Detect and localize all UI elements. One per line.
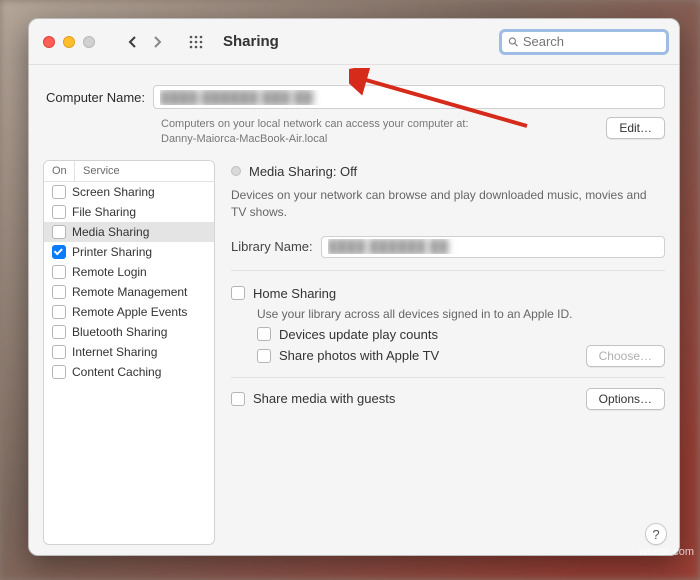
- service-label: Screen Sharing: [72, 185, 208, 199]
- traffic-lights: [43, 36, 95, 48]
- search-input[interactable]: [523, 34, 660, 49]
- status-dot-icon: [231, 166, 241, 176]
- devices-update-label: Devices update play counts: [279, 327, 438, 342]
- sidebar-item[interactable]: Content Caching: [44, 362, 214, 382]
- detail-pane: Media Sharing: Off Devices on your netwo…: [229, 160, 665, 545]
- service-checkbox[interactable]: [52, 325, 66, 339]
- content: Computer Name: Computers on your local n…: [29, 65, 679, 555]
- service-checkbox[interactable]: [52, 185, 66, 199]
- edit-button[interactable]: Edit…: [606, 117, 665, 139]
- home-sharing-row[interactable]: Home Sharing: [231, 283, 665, 304]
- back-button[interactable]: [121, 28, 143, 56]
- home-sharing-hint: Use your library across all devices sign…: [257, 304, 665, 324]
- show-all-icon[interactable]: [187, 33, 205, 51]
- history-nav: [121, 28, 169, 56]
- service-label: Remote Management: [72, 285, 208, 299]
- service-label: Remote Apple Events: [72, 305, 208, 319]
- home-sharing-label: Home Sharing: [253, 286, 336, 301]
- devices-update-row[interactable]: Devices update play counts: [257, 324, 665, 345]
- service-checkbox[interactable]: [52, 245, 66, 259]
- status-row: Media Sharing: Off: [231, 164, 665, 179]
- home-sharing-group: Home Sharing Use your library across all…: [231, 283, 665, 367]
- share-photos-label: Share photos with Apple TV: [279, 348, 439, 363]
- computer-name-hint: Computers on your local network can acce…: [43, 117, 665, 148]
- service-label: Content Caching: [72, 365, 208, 379]
- sidebar-item[interactable]: Remote Management: [44, 282, 214, 302]
- titlebar: Sharing: [29, 19, 679, 65]
- computer-name-row: Computer Name:: [43, 85, 665, 109]
- service-checkbox[interactable]: [52, 225, 66, 239]
- service-checkbox[interactable]: [52, 205, 66, 219]
- hint-line1: Computers on your local network can acce…: [161, 118, 469, 130]
- choose-button[interactable]: Choose…: [586, 345, 665, 367]
- library-name-label: Library Name:: [231, 239, 313, 254]
- prefs-window: Sharing Computer Name: Computers on your…: [28, 18, 680, 556]
- forward-button[interactable]: [147, 28, 169, 56]
- service-label: Internet Sharing: [72, 345, 208, 359]
- devices-update-checkbox[interactable]: [257, 327, 271, 341]
- sidebar-item[interactable]: File Sharing: [44, 202, 214, 222]
- sidebar-item[interactable]: Media Sharing: [44, 222, 214, 242]
- service-header: Service: [74, 161, 214, 181]
- sidebar-item[interactable]: Printer Sharing: [44, 242, 214, 262]
- share-guests-row[interactable]: Share media with guests: [231, 388, 586, 409]
- service-checkbox[interactable]: [52, 365, 66, 379]
- hint-line2: Danny-Maiorca-MacBook-Air.local: [161, 133, 327, 145]
- share-guests-label: Share media with guests: [253, 391, 395, 406]
- service-checkbox[interactable]: [52, 305, 66, 319]
- options-button[interactable]: Options…: [586, 388, 665, 410]
- sidebar-item[interactable]: Remote Apple Events: [44, 302, 214, 322]
- service-label: Printer Sharing: [72, 245, 208, 259]
- share-guests-checkbox[interactable]: [231, 392, 245, 406]
- library-name-input[interactable]: [321, 236, 665, 258]
- home-sharing-checkbox[interactable]: [231, 286, 245, 300]
- service-label: Remote Login: [72, 265, 208, 279]
- service-checkbox[interactable]: [52, 345, 66, 359]
- search-icon: [508, 36, 519, 48]
- service-checkbox[interactable]: [52, 265, 66, 279]
- close-icon[interactable]: [43, 36, 55, 48]
- page-title: Sharing: [223, 33, 279, 50]
- on-header: On: [44, 161, 74, 181]
- zoom-icon[interactable]: [83, 36, 95, 48]
- help-button[interactable]: ?: [645, 523, 667, 545]
- watermark: wsxdn.com: [639, 546, 694, 558]
- sidebar-item[interactable]: Screen Sharing: [44, 182, 214, 202]
- status-description: Devices on your network can browse and p…: [231, 187, 665, 222]
- status-label: Media Sharing: Off: [249, 164, 357, 179]
- divider: [231, 270, 665, 271]
- service-label: Bluetooth Sharing: [72, 325, 208, 339]
- lower-pane: On Service Screen Sharing File Sharing Med…: [43, 160, 665, 545]
- service-checkbox[interactable]: [52, 285, 66, 299]
- search-field[interactable]: [499, 29, 669, 55]
- library-name-row: Library Name:: [231, 236, 665, 258]
- divider: [231, 377, 665, 378]
- share-photos-row[interactable]: Share photos with Apple TV: [257, 345, 586, 366]
- sidebar-item[interactable]: Bluetooth Sharing: [44, 322, 214, 342]
- computer-name-label: Computer Name:: [43, 90, 153, 105]
- minimize-icon[interactable]: [63, 36, 75, 48]
- sidebar-item[interactable]: Internet Sharing: [44, 342, 214, 362]
- service-label: File Sharing: [72, 205, 208, 219]
- computer-name-input[interactable]: [153, 85, 665, 109]
- share-photos-checkbox[interactable]: [257, 349, 271, 363]
- services-table: On Service Screen Sharing File Sharing Med…: [43, 160, 215, 545]
- sidebar-item[interactable]: Remote Login: [44, 262, 214, 282]
- service-label: Media Sharing: [72, 225, 208, 239]
